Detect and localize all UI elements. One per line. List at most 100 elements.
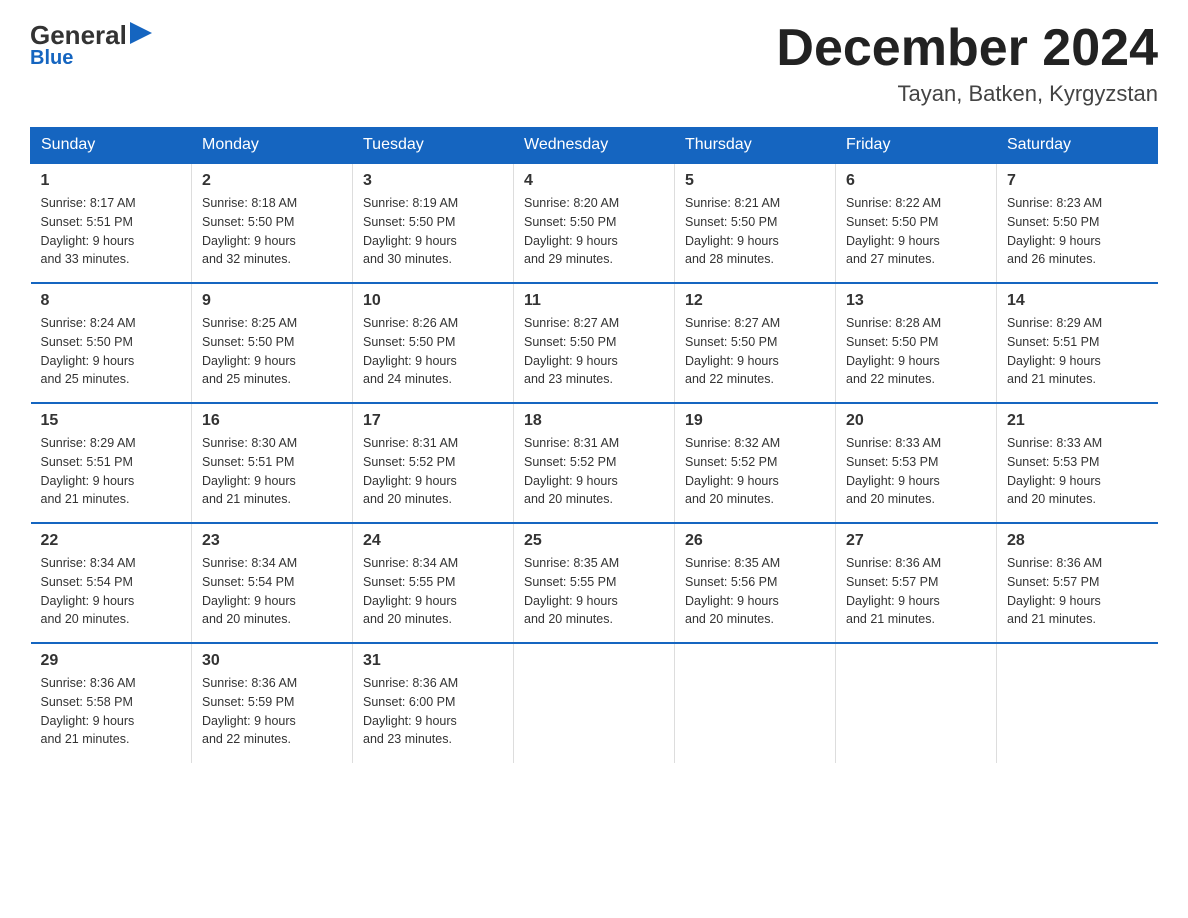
title-section: December 2024 Tayan, Batken, Kyrgyzstan [776, 20, 1158, 107]
calendar-cell-4-2: 31 Sunrise: 8:36 AMSunset: 6:00 PMDayligh… [353, 643, 514, 763]
day-info: Sunrise: 8:29 AMSunset: 5:51 PMDaylight:… [1007, 314, 1148, 389]
day-number: 13 [846, 292, 986, 310]
day-number: 29 [41, 652, 182, 670]
day-info: Sunrise: 8:36 AMSunset: 6:00 PMDaylight:… [363, 674, 503, 749]
day-info: Sunrise: 8:36 AMSunset: 5:58 PMDaylight:… [41, 674, 182, 749]
header-sunday: Sunday [31, 128, 192, 164]
day-number: 11 [524, 292, 664, 310]
day-info: Sunrise: 8:33 AMSunset: 5:53 PMDaylight:… [1007, 434, 1148, 509]
calendar-cell-4-3 [514, 643, 675, 763]
day-info: Sunrise: 8:17 AMSunset: 5:51 PMDaylight:… [41, 194, 182, 269]
calendar-cell-3-1: 23 Sunrise: 8:34 AMSunset: 5:54 PMDayligh… [192, 523, 353, 643]
location-title: Tayan, Batken, Kyrgyzstan [776, 81, 1158, 107]
calendar-cell-3-6: 28 Sunrise: 8:36 AMSunset: 5:57 PMDayligh… [997, 523, 1158, 643]
day-info: Sunrise: 8:19 AMSunset: 5:50 PMDaylight:… [363, 194, 503, 269]
day-number: 12 [685, 292, 825, 310]
day-info: Sunrise: 8:34 AMSunset: 5:54 PMDaylight:… [202, 554, 342, 629]
logo-triangle-icon [130, 22, 152, 44]
calendar-cell-2-4: 19 Sunrise: 8:32 AMSunset: 5:52 PMDayligh… [675, 403, 836, 523]
day-number: 16 [202, 412, 342, 430]
week-row-5: 29 Sunrise: 8:36 AMSunset: 5:58 PMDayligh… [31, 643, 1158, 763]
calendar-cell-3-0: 22 Sunrise: 8:34 AMSunset: 5:54 PMDayligh… [31, 523, 192, 643]
day-number: 31 [363, 652, 503, 670]
logo-blue: Blue [30, 47, 73, 70]
calendar-header-row: Sunday Monday Tuesday Wednesday Thursday… [31, 128, 1158, 164]
day-info: Sunrise: 8:26 AMSunset: 5:50 PMDaylight:… [363, 314, 503, 389]
day-info: Sunrise: 8:31 AMSunset: 5:52 PMDaylight:… [524, 434, 664, 509]
day-info: Sunrise: 8:28 AMSunset: 5:50 PMDaylight:… [846, 314, 986, 389]
day-number: 26 [685, 532, 825, 550]
logo-general: General [30, 22, 127, 48]
calendar-cell-2-6: 21 Sunrise: 8:33 AMSunset: 5:53 PMDayligh… [997, 403, 1158, 523]
day-info: Sunrise: 8:36 AMSunset: 5:59 PMDaylight:… [202, 674, 342, 749]
day-info: Sunrise: 8:22 AMSunset: 5:50 PMDaylight:… [846, 194, 986, 269]
header-saturday: Saturday [997, 128, 1158, 164]
day-number: 22 [41, 532, 182, 550]
month-title: December 2024 [776, 20, 1158, 77]
day-number: 25 [524, 532, 664, 550]
header-monday: Monday [192, 128, 353, 164]
calendar-table: Sunday Monday Tuesday Wednesday Thursday… [30, 127, 1158, 763]
calendar-cell-0-5: 6Sunrise: 8:22 AMSunset: 5:50 PMDaylight… [836, 163, 997, 283]
day-number: 24 [363, 532, 503, 550]
day-number: 2 [202, 172, 342, 190]
day-number: 21 [1007, 412, 1148, 430]
day-number: 17 [363, 412, 503, 430]
day-number: 9 [202, 292, 342, 310]
day-number: 20 [846, 412, 986, 430]
day-info: Sunrise: 8:27 AMSunset: 5:50 PMDaylight:… [685, 314, 825, 389]
day-info: Sunrise: 8:34 AMSunset: 5:55 PMDaylight:… [363, 554, 503, 629]
calendar-cell-0-1: 2 Sunrise: 8:18 AMSunset: 5:50 PMDaylight… [192, 163, 353, 283]
header-friday: Friday [836, 128, 997, 164]
day-info: Sunrise: 8:23 AMSunset: 5:50 PMDaylight:… [1007, 194, 1148, 269]
page-header: General Blue December 2024 Tayan, Batken… [30, 20, 1158, 107]
day-number: 28 [1007, 532, 1148, 550]
calendar-cell-1-3: 11Sunrise: 8:27 AMSunset: 5:50 PMDayligh… [514, 283, 675, 403]
day-info: Sunrise: 8:33 AMSunset: 5:53 PMDaylight:… [846, 434, 986, 509]
header-wednesday: Wednesday [514, 128, 675, 164]
day-number: 23 [202, 532, 342, 550]
day-info: Sunrise: 8:36 AMSunset: 5:57 PMDaylight:… [1007, 554, 1148, 629]
calendar-cell-0-2: 3 Sunrise: 8:19 AMSunset: 5:50 PMDaylight… [353, 163, 514, 283]
day-info: Sunrise: 8:35 AMSunset: 5:56 PMDaylight:… [685, 554, 825, 629]
day-number: 18 [524, 412, 664, 430]
logo: General Blue [30, 20, 152, 70]
day-number: 8 [41, 292, 182, 310]
day-number: 19 [685, 412, 825, 430]
calendar-cell-2-5: 20 Sunrise: 8:33 AMSunset: 5:53 PMDayligh… [836, 403, 997, 523]
day-info: Sunrise: 8:36 AMSunset: 5:57 PMDaylight:… [846, 554, 986, 629]
week-row-1: 1Sunrise: 8:17 AMSunset: 5:51 PMDaylight… [31, 163, 1158, 283]
calendar-cell-4-5 [836, 643, 997, 763]
calendar-cell-1-2: 10Sunrise: 8:26 AMSunset: 5:50 PMDayligh… [353, 283, 514, 403]
calendar-cell-3-3: 25 Sunrise: 8:35 AMSunset: 5:55 PMDayligh… [514, 523, 675, 643]
day-info: Sunrise: 8:25 AMSunset: 5:50 PMDaylight:… [202, 314, 342, 389]
calendar-cell-0-3: 4Sunrise: 8:20 AMSunset: 5:50 PMDaylight… [514, 163, 675, 283]
calendar-cell-3-4: 26 Sunrise: 8:35 AMSunset: 5:56 PMDayligh… [675, 523, 836, 643]
day-number: 15 [41, 412, 182, 430]
day-info: Sunrise: 8:18 AMSunset: 5:50 PMDaylight:… [202, 194, 342, 269]
day-info: Sunrise: 8:35 AMSunset: 5:55 PMDaylight:… [524, 554, 664, 629]
header-tuesday: Tuesday [353, 128, 514, 164]
week-row-4: 22 Sunrise: 8:34 AMSunset: 5:54 PMDayligh… [31, 523, 1158, 643]
calendar-cell-0-6: 7 Sunrise: 8:23 AMSunset: 5:50 PMDaylight… [997, 163, 1158, 283]
calendar-cell-4-0: 29 Sunrise: 8:36 AMSunset: 5:58 PMDayligh… [31, 643, 192, 763]
calendar-cell-3-2: 24 Sunrise: 8:34 AMSunset: 5:55 PMDayligh… [353, 523, 514, 643]
week-row-2: 8Sunrise: 8:24 AMSunset: 5:50 PMDaylight… [31, 283, 1158, 403]
calendar-cell-1-4: 12 Sunrise: 8:27 AMSunset: 5:50 PMDayligh… [675, 283, 836, 403]
day-info: Sunrise: 8:32 AMSunset: 5:52 PMDaylight:… [685, 434, 825, 509]
day-info: Sunrise: 8:31 AMSunset: 5:52 PMDaylight:… [363, 434, 503, 509]
calendar-cell-2-2: 17 Sunrise: 8:31 AMSunset: 5:52 PMDayligh… [353, 403, 514, 523]
day-info: Sunrise: 8:34 AMSunset: 5:54 PMDaylight:… [41, 554, 182, 629]
week-row-3: 15 Sunrise: 8:29 AMSunset: 5:51 PMDayligh… [31, 403, 1158, 523]
calendar-cell-4-4 [675, 643, 836, 763]
calendar-cell-1-6: 14Sunrise: 8:29 AMSunset: 5:51 PMDayligh… [997, 283, 1158, 403]
calendar-cell-1-1: 9 Sunrise: 8:25 AMSunset: 5:50 PMDaylight… [192, 283, 353, 403]
day-number: 7 [1007, 172, 1148, 190]
day-number: 3 [363, 172, 503, 190]
day-info: Sunrise: 8:29 AMSunset: 5:51 PMDaylight:… [41, 434, 182, 509]
calendar-cell-1-5: 13 Sunrise: 8:28 AMSunset: 5:50 PMDayligh… [836, 283, 997, 403]
day-info: Sunrise: 8:20 AMSunset: 5:50 PMDaylight:… [524, 194, 664, 269]
calendar-cell-2-0: 15 Sunrise: 8:29 AMSunset: 5:51 PMDayligh… [31, 403, 192, 523]
calendar-cell-0-4: 5Sunrise: 8:21 AMSunset: 5:50 PMDaylight… [675, 163, 836, 283]
day-info: Sunrise: 8:30 AMSunset: 5:51 PMDaylight:… [202, 434, 342, 509]
